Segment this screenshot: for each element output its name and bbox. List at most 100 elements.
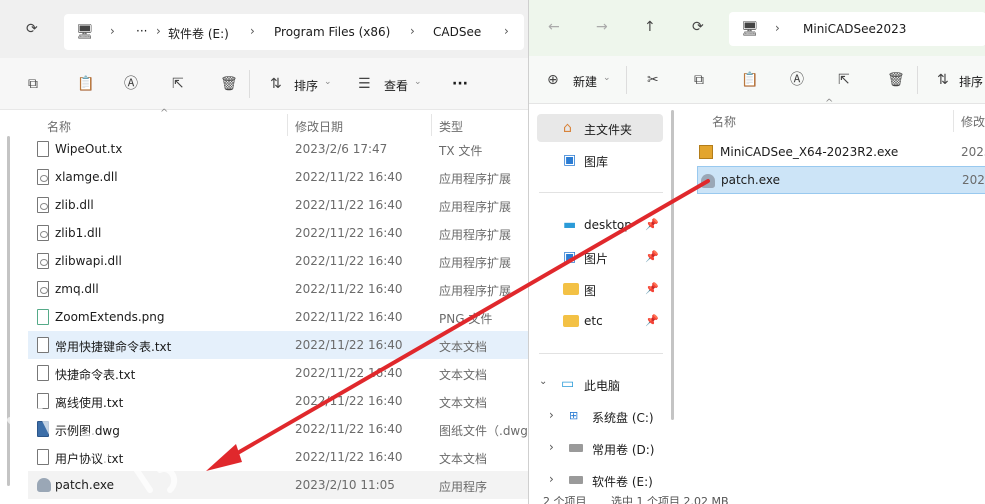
nav-this-pc[interactable]: ⌄ ▭ 此电脑 — [537, 370, 663, 398]
nav-drive-c[interactable]: › ⊞ 系统盘 (C:) — [537, 402, 663, 430]
share-icon[interactable]: ⇱ — [838, 73, 850, 87]
file-row[interactable]: xlamge.dll 2022/11/22 16:40 应用程序扩展 — [28, 163, 528, 191]
nav-gallery-label: 图库 — [584, 155, 609, 169]
sort-button[interactable]: ⇅ 排序 ⌄ — [270, 72, 336, 96]
sort-up-icon: ^ — [160, 108, 169, 119]
column-header-date[interactable]: 修改日期 — [295, 118, 343, 135]
chevron-right-icon[interactable]: › — [549, 472, 554, 486]
file-type: TX 文件 — [439, 144, 483, 158]
forward-icon[interactable]: → — [596, 20, 608, 34]
exe-icon — [701, 174, 715, 188]
nav-scrollbar[interactable] — [671, 110, 674, 420]
rename-icon[interactable]: Ⓐ — [124, 77, 138, 91]
file-row[interactable]: 离线使用.txt 2022/11/22 16:40 文本文档 — [28, 387, 528, 415]
column-divider[interactable] — [431, 114, 432, 136]
pin-icon: 📌 — [645, 250, 659, 263]
file-row[interactable]: 用户协议.txt 2022/11/22 16:40 文本文档 — [28, 443, 528, 471]
file-row[interactable]: zlib1.dll 2022/11/22 16:40 应用程序扩展 — [28, 219, 528, 247]
right-address-bar-area: ← → ↑ ⟳ 🖥 › MiniCADSee2023 — [529, 0, 985, 56]
toolbar-divider — [917, 66, 918, 94]
paste-icon[interactable]: 📋 — [741, 73, 758, 87]
share-icon[interactable]: ⇱ — [172, 77, 184, 91]
chevron-right-icon[interactable]: › — [549, 440, 554, 454]
nav-drive-e[interactable]: › 软件卷 (E:) — [537, 466, 663, 494]
breadcrumb-item-minicadsee[interactable]: MiniCADSee2023 — [803, 22, 906, 36]
left-breadcrumb[interactable]: 🖥 › ··· › 软件卷 (E:) › Program Files (x86)… — [64, 14, 524, 50]
file-row[interactable]: zlibwapi.dll 2022/11/22 16:40 应用程序扩展 — [28, 247, 528, 275]
file-row[interactable]: WipeOut.tx 2023/2/6 17:47 TX 文件 — [28, 135, 528, 163]
nav-quick-etc[interactable]: etc 📌 — [537, 307, 663, 335]
column-divider[interactable] — [953, 110, 954, 132]
copy-icon[interactable]: ⧉ — [694, 73, 704, 87]
file-type: PNG 文件 — [439, 312, 493, 326]
up-icon[interactable]: ↑ — [644, 20, 656, 34]
cut-icon[interactable]: ✂ — [647, 73, 659, 87]
file-row[interactable]: 快捷命令表.txt 2022/11/22 16:40 文本文档 — [28, 359, 528, 387]
copy-icon[interactable]: ⧉ — [28, 77, 38, 91]
file-name: WipeOut.tx — [55, 142, 123, 156]
view-button[interactable]: ☰ 查看 ⌄ — [358, 72, 424, 96]
file-row[interactable]: ZoomExtends.png 2022/11/22 16:40 PNG 文件 — [28, 303, 528, 331]
nav-gallery[interactable]: ▣ 图库 — [537, 146, 663, 174]
dwg-file-icon — [37, 421, 49, 437]
nav-quick-folder-tu[interactable]: 图 📌 — [537, 275, 663, 303]
file-row[interactable]: 常用快捷键命令表.txt 2022/11/22 16:40 文本文档 — [28, 331, 528, 359]
left-address-bar-area: ⟳ 🖥 › ··· › 软件卷 (E:) › Program Files (x8… — [0, 0, 528, 58]
new-label: 新建 — [573, 75, 598, 89]
column-header-date[interactable]: 修改 — [961, 113, 985, 130]
breadcrumb-more[interactable]: ··· — [136, 24, 147, 38]
refresh-icon[interactable]: ⟳ — [26, 22, 38, 36]
nav-home[interactable]: ⌂ 主文件夹 — [537, 114, 663, 142]
file-row-selected[interactable]: patch.exe 2023 — [697, 166, 985, 194]
sort-button[interactable]: ⇅ 排序 — [937, 68, 985, 92]
file-row[interactable]: MiniCADSee_X64-2023R2.exe 2023 — [699, 138, 985, 166]
chevron-down-icon[interactable]: ⌄ — [539, 376, 547, 387]
column-header-name[interactable]: 名称 — [712, 113, 736, 130]
delete-icon[interactable]: 🗑 — [887, 73, 905, 87]
computer-icon: 🖥 — [76, 24, 94, 40]
sort-icon: ⇅ — [270, 76, 282, 92]
breadcrumb-item-cadsee[interactable]: CADSee — [433, 25, 481, 39]
installer-icon — [699, 145, 713, 159]
exe-file-icon — [37, 478, 51, 492]
breadcrumb-item-drive-e[interactable]: 软件卷 (E:) — [168, 25, 229, 42]
file-type: 文本文档 — [439, 452, 488, 466]
file-row[interactable]: zmq.dll 2022/11/22 16:40 应用程序扩展 — [28, 275, 528, 303]
column-header-type[interactable]: 类型 — [439, 118, 463, 135]
column-divider[interactable] — [287, 114, 288, 136]
file-date: 2023/2/10 11:05 — [295, 478, 395, 492]
dll-file-icon — [37, 281, 49, 297]
refresh-icon[interactable]: ⟳ — [692, 20, 704, 34]
nav-quick-label: desktop — [584, 218, 632, 232]
file-row[interactable]: zlib.dll 2022/11/22 16:40 应用程序扩展 — [28, 191, 528, 219]
file-type: 应用程序扩展 — [439, 200, 512, 214]
right-command-bar: ⊕ 新建 ⌄ ✂ ⧉ 📋 Ⓐ ⇱ 🗑 ⇅ 排序 — [529, 56, 985, 104]
breadcrumb-item-program-files[interactable]: Program Files (x86) — [274, 25, 390, 39]
file-name: 用户协议.txt — [55, 452, 124, 466]
file-name: ZoomExtends.png — [55, 310, 165, 324]
right-breadcrumb[interactable]: 🖥 › MiniCADSee2023 — [729, 12, 985, 46]
column-header-name[interactable]: 名称 — [47, 118, 71, 135]
chevron-right-icon[interactable]: › — [504, 24, 509, 38]
file-row[interactable]: patch.exe 2023/2/10 11:05 应用程序 — [28, 471, 528, 499]
nav-quick-desktop[interactable]: ▬ desktop 📌 — [537, 211, 663, 239]
text-file-icon — [37, 449, 49, 465]
file-row[interactable]: 示例图.dwg 2022/11/22 16:40 图纸文件（.dwg — [28, 415, 528, 443]
delete-icon[interactable]: 🗑 — [220, 77, 238, 91]
nav-drive-label: 系统盘 (C:) — [592, 411, 654, 425]
right-file-list: ^ 名称 修改 MiniCADSee_X64-2023R2.exe 2023 p… — [679, 98, 985, 494]
paste-icon[interactable]: 📋 — [77, 77, 94, 91]
home-icon: ⌂ — [563, 120, 572, 136]
new-button[interactable]: ⊕ 新建 ⌄ — [547, 68, 615, 92]
more-options-button[interactable]: ··· — [452, 76, 468, 92]
back-icon[interactable]: ← — [548, 20, 560, 34]
nav-drive-d[interactable]: › 常用卷 (D:) — [537, 434, 663, 462]
chevron-down-icon: ⌄ — [324, 77, 332, 87]
chevron-down-icon: ⌄ — [414, 77, 422, 87]
computer-icon: ▭ — [561, 376, 575, 392]
text-file-icon — [37, 141, 49, 157]
left-scrollbar[interactable] — [7, 136, 10, 486]
rename-icon[interactable]: Ⓐ — [790, 73, 804, 87]
nav-quick-pictures[interactable]: ▣ 图片 📌 — [537, 243, 663, 271]
chevron-right-icon[interactable]: › — [549, 408, 554, 422]
